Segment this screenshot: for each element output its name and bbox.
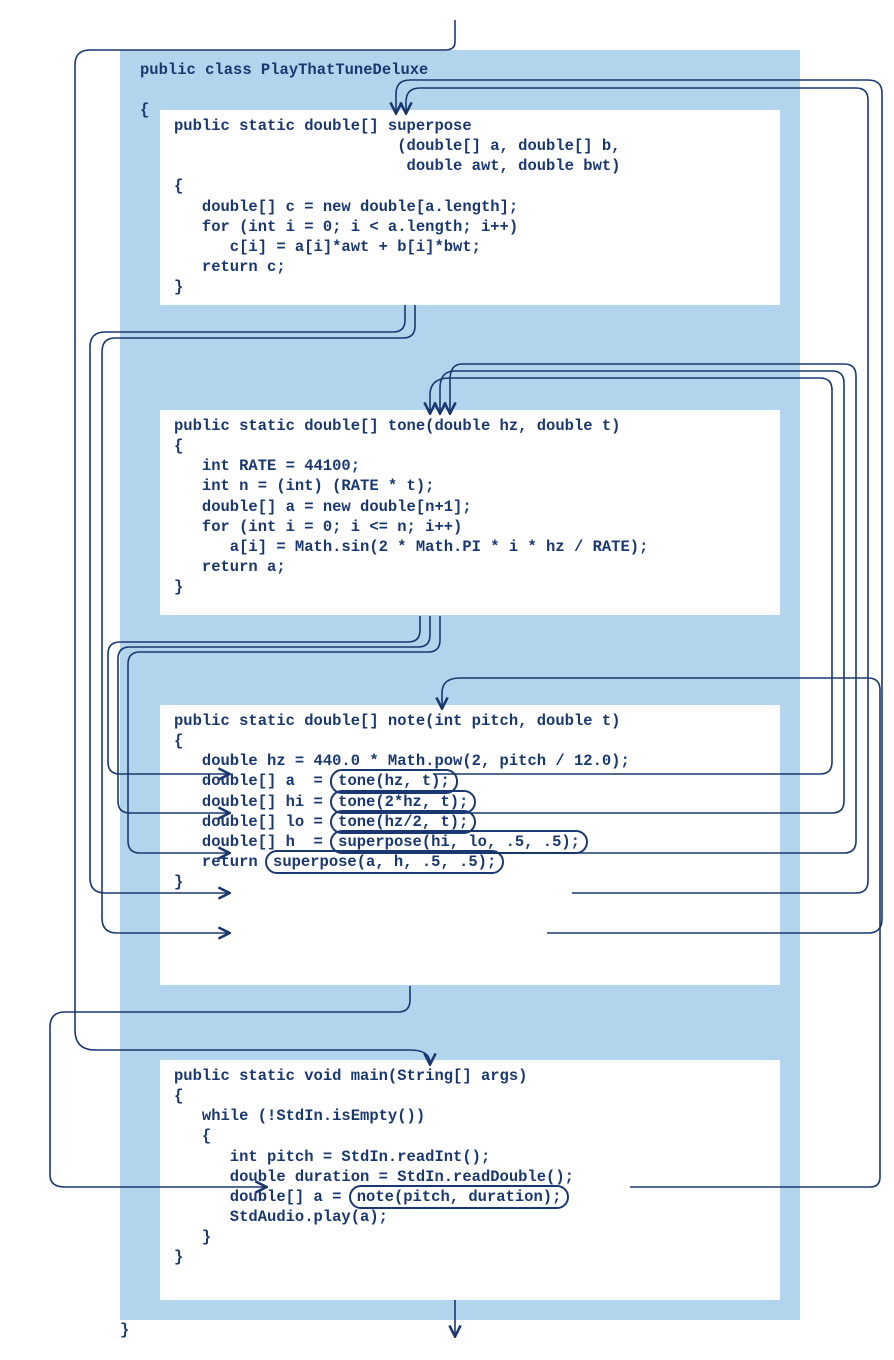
main-l3: { — [174, 1127, 211, 1145]
diagram-canvas: public class PlayThatTuneDeluxe { } publ… — [10, 20, 884, 1340]
method-tone: public static double[] tone(double hz, d… — [160, 410, 780, 615]
superpose-sig-line2: (double[] a, double[] b, — [174, 137, 620, 155]
note-l1: { — [174, 732, 183, 750]
method-main: public static void main(String[] args){ … — [160, 1060, 780, 1300]
note-sig: public static double[] note(int pitch, d… — [174, 712, 620, 730]
main-l5: double duration = StdIn.readDouble(); — [174, 1168, 574, 1186]
note-l2: double hz = 440.0 * Math.pow(2, pitch / … — [174, 752, 630, 770]
superpose-sig-line1: public static double[] superpose — [174, 117, 472, 135]
class-close-brace: } — [120, 1320, 129, 1340]
main-sig: public static void main(String[] args) — [174, 1067, 527, 1085]
note-l9a: double[] h = — [174, 833, 332, 851]
main-l10: } — [174, 1248, 183, 1266]
main-l1: { — [174, 1087, 183, 1105]
note-l13: } — [174, 873, 183, 891]
method-superpose: public static double[] superpose (double… — [160, 110, 780, 305]
call-superpose-ah: superpose(a, h, .5, .5); — [265, 850, 504, 874]
main-l8: StdAudio.play(a); — [174, 1208, 388, 1226]
superpose-body: { — [174, 177, 183, 195]
main-l9: } — [174, 1228, 211, 1246]
note-l5a: double[] hi = — [174, 793, 332, 811]
main-l4: int pitch = StdIn.readInt(); — [174, 1148, 490, 1166]
call-note: note(pitch, duration); — [349, 1185, 570, 1209]
note-l7a: double[] lo = — [174, 813, 332, 831]
main-l6a: double[] a = — [174, 1188, 351, 1206]
class-open-brace: { — [140, 100, 149, 120]
note-l11a: return — [174, 853, 267, 871]
tone-body: { — [174, 437, 183, 455]
method-note: public static double[] note(int pitch, d… — [160, 705, 780, 985]
superpose-sig-line3: double awt, double bwt) — [174, 157, 620, 175]
main-l2: while (!StdIn.isEmpty()) — [174, 1107, 425, 1125]
class-declaration: public class PlayThatTuneDeluxe — [140, 60, 428, 80]
tone-sig: public static double[] tone(double hz, d… — [174, 417, 620, 435]
note-l3a: double[] a = — [174, 772, 332, 790]
